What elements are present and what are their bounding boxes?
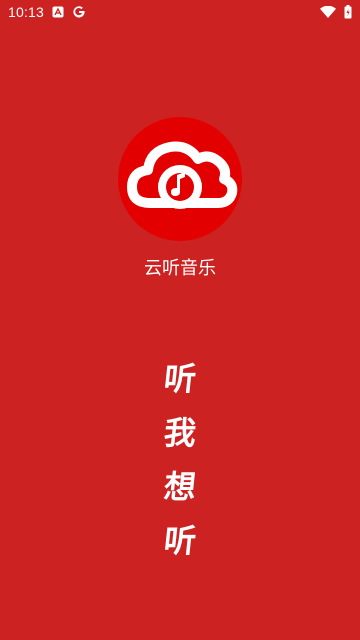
slogan: 听 我 想 听 [148,355,212,565]
slogan-char: 想 [161,468,198,506]
wifi-icon [320,6,336,18]
a-notification-icon [52,6,64,18]
status-bar: 10:13 [0,0,360,24]
slogan-char: 听 [161,522,198,560]
app-name: 云听音乐 [144,258,216,279]
status-time: 10:13 [8,4,45,20]
splash-screen: 10:13 云听音乐 听 我 想 听 [0,0,360,640]
slogan-char: 听 [161,360,198,398]
status-bar-left: 10:13 [8,4,86,20]
cloud-music-note-icon [118,117,242,241]
app-logo [118,117,242,241]
slogan-char: 我 [161,414,198,452]
status-bar-right [320,5,352,19]
google-icon [72,5,86,19]
battery-icon [344,5,352,19]
